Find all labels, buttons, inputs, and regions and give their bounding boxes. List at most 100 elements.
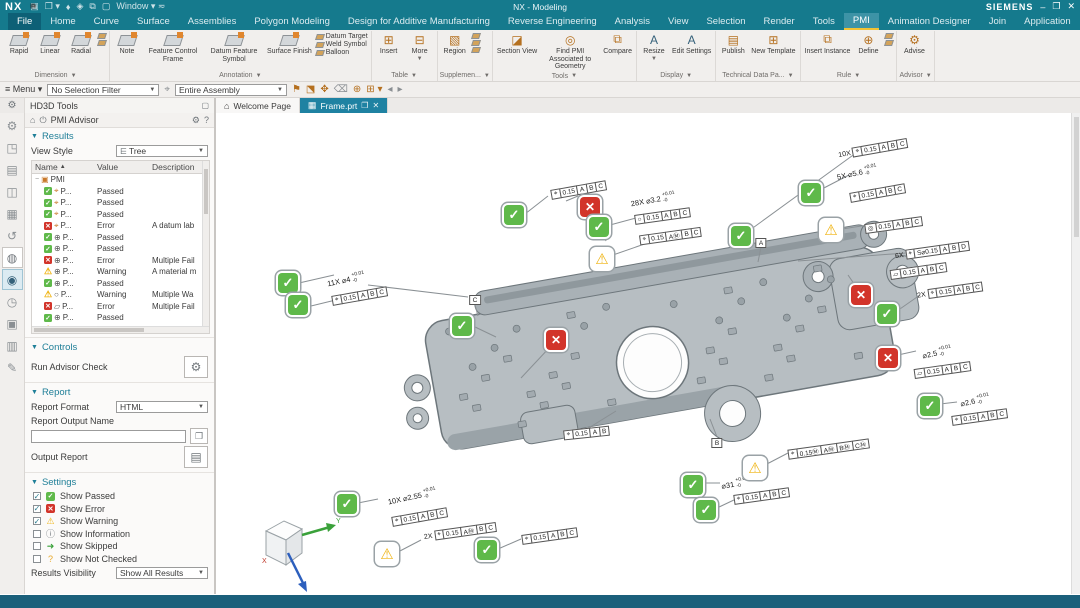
power-icon[interactable]: ⏻ [39,115,46,126]
pmi-check-badge-passed[interactable]: ✓ [801,183,821,203]
menu-tab-join[interactable]: Join [980,13,1015,30]
balloon-button[interactable]: Balloon [316,49,368,56]
group-dialog-launcher-icon[interactable]: ▼ [256,73,262,79]
datum-flag-a[interactable]: A [755,238,766,248]
panel-settings-gear-icon[interactable]: ⚙ [0,98,25,113]
selection-filter-dropdown[interactable]: No Selection Filter▼ [47,84,159,96]
group-dialog-launcher-icon[interactable]: ▼ [71,73,77,79]
setting-show-skipped[interactable]: ➜Show Skipped [25,540,214,553]
constraint-navigator-icon[interactable]: ◳ [2,137,23,158]
reuse-library-icon[interactable]: ◫ [2,181,23,202]
setting-show-error[interactable]: ✓✕Show Error [25,503,214,516]
tree-root-row[interactable]: −▣PMI [32,174,209,186]
highlight-icon[interactable]: ⚑ [292,84,301,95]
window-icon[interactable]: ▢ [102,1,111,12]
home-icon[interactable]: ⌂ [30,115,35,125]
pmi-check-badge-error[interactable]: ✕ [546,330,566,350]
pmi-check-badge-warning[interactable]: ⚠ [821,220,841,240]
note-button[interactable]: Note [112,31,142,57]
resize-button[interactable]: AResize▼ [639,31,669,63]
show-information-checkbox[interactable] [33,530,41,538]
process-studio-icon[interactable]: ▣ [2,313,23,334]
pmi-check-badge-passed[interactable]: ✓ [731,226,751,246]
results-visibility-dropdown[interactable]: Show All Results▼ [116,567,208,579]
results-vertical-scrollbar[interactable] [202,161,209,333]
pmi-check-badge-passed[interactable]: ✓ [337,494,357,514]
close-tab-icon[interactable]: ✕ [372,101,379,110]
rapid-button[interactable]: Rapid [4,31,34,57]
menu-tab-animation-designer[interactable]: Animation Designer [879,13,980,30]
assembly-navigator-icon[interactable]: ⚙ [2,115,23,136]
paste-icon[interactable]: ⎘ [30,2,36,12]
edit-settings-button[interactable]: AEdit Settings [670,31,713,57]
group-dialog-launcher-icon[interactable]: ▼ [571,73,577,79]
result-row[interactable]: ✕▱P...ErrorMultiple Fail [32,301,209,313]
define-button[interactable]: ⊕Define [853,31,883,57]
region-button[interactable]: ▧Region [440,31,470,57]
view-style-dropdown[interactable]: ⋿ Tree▼ [116,145,208,157]
small-tool-button[interactable] [472,33,480,39]
doc-tab-welcome-page[interactable]: ⌂Welcome Page [216,98,300,113]
pmi-check-badge-passed[interactable]: ✓ [288,295,308,315]
select-handle-icon[interactable]: ✥ [320,84,328,95]
report-format-dropdown[interactable]: HTML▼ [116,401,208,413]
restore-tab-icon[interactable]: ❐ [361,101,368,110]
results-section-header[interactable]: ▼Results [25,128,214,144]
pmi-check-badge-passed[interactable]: ✓ [683,475,703,495]
web-browser-icon[interactable]: ◉ [2,269,23,290]
datum-target-button[interactable]: Datum Target [316,33,368,40]
group-dialog-launcher-icon[interactable]: ▼ [411,73,417,79]
pmi-check-badge-warning[interactable]: ⚠ [745,458,765,478]
open-icon[interactable]: ❐ ▾ [45,1,60,12]
result-row[interactable]: ✓⊕P...Passed [32,278,209,290]
show-warning-checkbox[interactable]: ✓ [33,517,41,525]
setting-show-warning[interactable]: ✓⚠Show Warning [25,515,214,528]
linear-button[interactable]: Linear [35,31,65,57]
radial-button[interactable]: Radial [66,31,96,57]
small-tool-button[interactable] [472,40,480,46]
pmi-check-badge-error[interactable]: ✕ [878,348,898,368]
menu-tab-polygon-modeling[interactable]: Polygon Modeling [245,13,339,30]
menu-tab-assemblies[interactable]: Assemblies [179,13,246,30]
result-row[interactable]: ✓⊕P...Passed [32,312,209,324]
small-tool-button[interactable] [98,40,106,46]
menu-tab-selection[interactable]: Selection [697,13,754,30]
datum-flag-c[interactable]: C [469,295,481,305]
menu-tab-analysis[interactable]: Analysis [606,13,659,30]
datum-feature-symbol-button[interactable]: Datum Feature Symbol [204,31,264,64]
publish-button[interactable]: ▤Publish [718,31,748,57]
pmi-check-badge-passed[interactable]: ✓ [477,540,497,560]
results-table-header[interactable]: Name▲ Value Description [32,161,209,174]
minimize-button[interactable]: – [1040,2,1045,12]
add-selection-icon[interactable]: ⊞ ▾ [366,84,382,95]
weld-symbol-button[interactable]: Weld Symbol [316,41,368,48]
pmi-check-badge-passed[interactable]: ✓ [278,273,298,293]
more-button[interactable]: ⊟More▼ [405,31,435,63]
hd3d-tools-icon[interactable]: ◍ [2,247,23,268]
restore-button[interactable]: ❐ [1052,1,1060,12]
pmi-check-badge-passed[interactable]: ✓ [877,304,897,324]
pmi-check-badge-passed[interactable]: ✓ [504,205,524,225]
menu-tab-curve[interactable]: Curve [85,13,128,30]
menu-tab-home[interactable]: Home [41,13,84,30]
find-in-navigator-icon[interactable]: ⊕ [353,84,361,95]
menu-tab-file[interactable]: File [8,13,41,30]
history-icon[interactable]: ↺ [2,225,23,246]
output-report-button[interactable]: ▤ [184,446,208,468]
setting-show-passed[interactable]: ✓✓Show Passed [25,490,214,503]
selection-scope-dropdown[interactable]: Entire Assembly▼ [175,84,287,96]
pmi-check-badge-passed[interactable]: ✓ [589,217,609,237]
pmi-check-badge-warning[interactable]: ⚠ [377,544,397,564]
show-error-checkbox[interactable]: ✓ [33,505,41,513]
undock-panel-icon[interactable]: ▢ [201,101,209,110]
group-dialog-launcher-icon[interactable]: ▼ [788,73,794,79]
next-selection-icon[interactable]: ▸ [398,84,403,95]
group-dialog-launcher-icon[interactable]: ▼ [484,73,490,79]
insert-instance-button[interactable]: ⧉Insert Instance [803,31,853,57]
small-tool-button[interactable] [885,33,893,39]
notes-icon[interactable]: ✎ [2,357,23,378]
find-pmi-associated-to-geometry-button[interactable]: ◎Find PMI Associated to Geometry [540,31,600,72]
group-dialog-launcher-icon[interactable]: ▼ [854,73,860,79]
menu-tab-reverse-engineering[interactable]: Reverse Engineering [499,13,606,30]
window-menu[interactable]: Window ▾ ≂ [116,1,165,12]
